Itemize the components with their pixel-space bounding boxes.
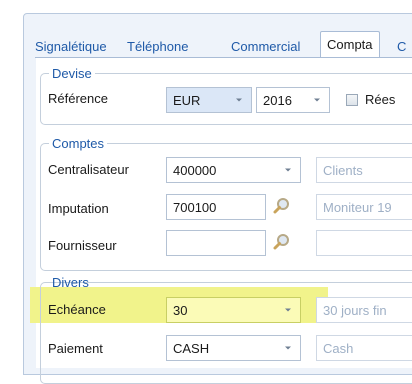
imputation-value: 700100 [173,200,217,215]
centralisateur-name-field: Clients [316,157,412,183]
chevron-down-icon [285,168,291,172]
year-select[interactable]: 2016 [256,87,330,113]
centralisateur-label: Centralisateur [48,162,129,177]
search-icon[interactable] [272,197,290,215]
paiement-value: CASH [173,341,210,356]
echeance-name-field: 30 jours fin [316,297,412,323]
echeance-value: 30 [173,303,188,318]
chevron-down-icon [285,308,291,312]
divers-group-title: Divers [52,275,89,290]
tab-compta[interactable]: Compta [320,31,380,58]
paiement-name-field: Cash [316,335,412,361]
echeance-name: 30 jours fin [323,303,387,318]
centralisateur-name: Clients [323,163,363,178]
search-icon[interactable] [272,233,290,251]
reference-label: Référence [48,91,108,106]
chevron-down-icon [314,98,320,102]
chevron-down-icon [236,98,242,102]
reesvaluation-checkbox[interactable] [346,94,358,106]
fournisseur-label: Fournisseur [48,238,117,253]
centralisateur-value: 400000 [173,163,217,178]
devise-group-title: Devise [49,66,95,81]
paiement-name: Cash [323,341,354,356]
imputation-name-field: Moniteur 19 [316,194,412,220]
paiement-label: Paiement [48,341,103,356]
tab-telephone[interactable]: Téléphone [127,37,188,57]
echeance-label: Echéance [48,302,106,317]
reesvaluation-label: Rées [365,92,396,107]
tab-more[interactable]: C [397,37,406,57]
imputation-name: Moniteur 19 [323,200,392,215]
fournisseur-input[interactable] [166,230,266,256]
tab-bar: Signalétique Téléphone Commercial Compta… [35,31,412,58]
comptes-group-title: Comptes [49,136,108,151]
tab-signaletique[interactable]: Signalétique [35,37,107,57]
echeance-select[interactable]: 30 [166,297,301,323]
currency-select[interactable]: EUR [166,87,252,113]
imputation-input[interactable]: 700100 [166,194,266,220]
imputation-label: Imputation [48,201,109,216]
year-value: 2016 [263,93,292,108]
paiement-select[interactable]: CASH [166,335,301,361]
centralisateur-select[interactable]: 400000 [166,157,301,183]
fournisseur-name-field [316,230,412,256]
tab-commercial[interactable]: Commercial [231,37,300,57]
chevron-down-icon [285,346,291,350]
currency-value: EUR [173,93,201,108]
